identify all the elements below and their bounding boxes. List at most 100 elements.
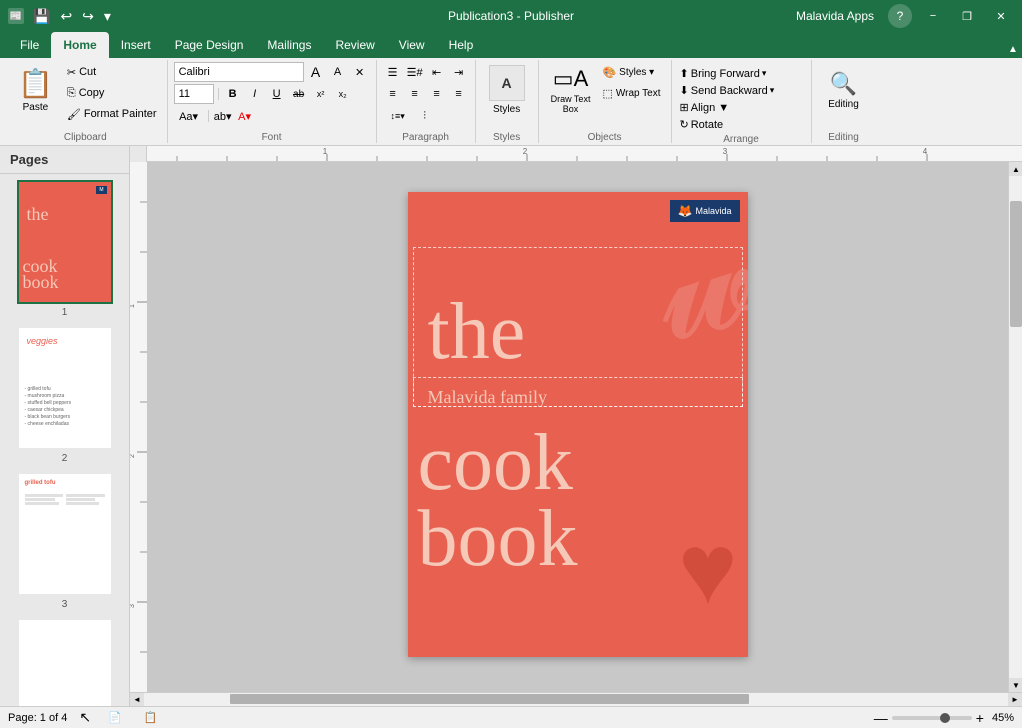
cut-button[interactable]: ✂ Cut [63,62,161,82]
tab-file[interactable]: File [8,32,51,58]
scroll-down-button[interactable]: ▼ [1009,678,1022,692]
thumb-cols-3 [25,494,105,505]
numbered-btn[interactable]: ☰# [405,62,425,82]
strikethrough-btn[interactable]: ab [289,84,309,104]
page-thumb-4[interactable]: 4 [6,618,123,706]
hscroll-thumb[interactable] [230,694,748,704]
zoom-in-btn[interactable]: + [976,710,984,726]
subscript-btn[interactable]: x₂ [333,84,353,104]
cook-book-text: cookbook [418,425,578,577]
align-center-btn[interactable]: ≡ [405,84,425,104]
scroll-up-button[interactable]: ▲ [1009,162,1022,176]
font-style-row: Aa▾ ab▾ A▾ [174,106,370,126]
tab-view[interactable]: View [387,32,437,58]
svg-text:2: 2 [523,147,528,156]
hscroll-track[interactable] [144,693,1008,706]
tab-help[interactable]: Help [437,32,486,58]
send-backward-row[interactable]: ⬇ Send Backward ▾ [678,83,777,98]
thumb-veggies-title: veggies [27,336,58,346]
scroll-track[interactable] [1009,176,1022,678]
the-text: the [428,292,526,372]
view-normal-btn[interactable]: 📄 [103,709,127,726]
copy-button[interactable]: ⎘ Copy [63,83,161,103]
align-icon: ⊞ [680,101,689,114]
page-thumb-2[interactable]: veggies - grilled tofu - mushroom pizza … [6,326,123,464]
vertical-scrollbar[interactable]: ▲ ▼ [1008,162,1022,692]
title-bar: 📰 💾 ↩ ↪ ▾ Publication3 - Publisher Malav… [0,0,1022,32]
close-button[interactable]: ✕ [988,3,1014,29]
rotate-row[interactable]: ↻ Rotate [678,117,726,132]
zoom-out-btn[interactable]: — [874,710,888,726]
styles-button[interactable]: A Styles [482,62,532,118]
thumb-line-3-5 [66,498,95,501]
tab-mailings[interactable]: Mailings [255,32,323,58]
increase-indent-btn[interactable]: ⇥ [449,62,469,82]
italic-btn[interactable]: I [245,84,265,104]
page-2-thumb: veggies - grilled tofu - mushroom pizza … [17,326,113,450]
customize-btn[interactable]: ▾ [101,6,114,27]
cursor-icon: ↖ [79,709,91,726]
horizontal-scrollbar[interactable]: ◄ ► [130,692,1022,706]
tab-page-design[interactable]: Page Design [163,32,256,58]
redo-btn[interactable]: ↪ [79,6,97,27]
object-styles-btn[interactable]: 🎨 Styles ▾ [598,62,664,82]
zoom-thumb[interactable] [940,713,950,723]
zoom-slider[interactable] [892,716,972,720]
editing-button[interactable]: 🔍 Editing [818,62,870,118]
svg-text:2: 2 [130,454,136,458]
obj-styles-icon: 🎨 [602,66,616,79]
canvas-area[interactable]: 𝔀 🦊 Malavida the Malavida family [147,162,1008,692]
font-name-input[interactable] [174,62,304,82]
font-size-input[interactable] [174,84,214,104]
font-size-down-btn[interactable]: A [328,62,348,82]
align-left-btn[interactable]: ≡ [383,84,403,104]
para-spacing-btn[interactable]: ↕≡▾ [383,106,413,126]
page-3-thumb: grilled tofu [17,472,113,596]
align-row[interactable]: ⊞ Align ▼ [678,100,732,115]
brand-name: Malavida Apps [796,9,874,23]
thumb-col-1 [25,494,64,505]
paste-button[interactable]: 📋 Paste [10,62,61,118]
page-3-num: 3 [62,599,68,610]
undo-btn[interactable]: ↩ [57,6,75,27]
clear-format-btn[interactable]: ✕ [350,62,370,82]
underline-btn[interactable]: U [267,84,287,104]
editing-content: 🔍 Editing [818,62,870,130]
bold-btn[interactable]: B [223,84,243,104]
align-right-btn[interactable]: ≡ [427,84,447,104]
superscript-btn[interactable]: x² [311,84,331,104]
editing-group: 🔍 Editing Editing [812,60,876,143]
ribbon: 📋 Paste ✂ Cut ⎘ Copy 🖌 Format Painter Cl… [0,58,1022,146]
tab-review[interactable]: Review [323,32,386,58]
document-page[interactable]: 𝔀 🦊 Malavida the Malavida family [408,192,748,657]
page-thumb-3[interactable]: grilled tofu [6,472,123,610]
justify-btn[interactable]: ≡ [449,84,469,104]
scroll-thumb[interactable] [1010,201,1022,327]
text-highlight-btn[interactable]: ab▾ [213,106,233,126]
decrease-indent-btn[interactable]: ⇤ [427,62,447,82]
save-btn[interactable]: 💾 [30,6,53,27]
page-1-inner: M the cookbook [19,182,111,302]
editing-label: Editing [828,99,859,110]
page-thumb-1[interactable]: M the cookbook 1 [6,180,123,318]
columns-btn[interactable]: ⫶ [415,106,435,126]
font-color-btn[interactable]: A▾ [235,106,255,126]
wrap-text-button[interactable]: ⬚ Wrap Text [598,83,664,103]
change-case-btn[interactable]: Aa▾ [174,106,204,126]
view-master-btn[interactable]: 📋 [139,709,163,726]
format-painter-button[interactable]: 🖌 Format Painter [63,104,161,124]
tab-insert[interactable]: Insert [109,32,163,58]
bullets-btn[interactable]: ☰ [383,62,403,82]
hscroll-right-btn[interactable]: ► [1008,693,1022,707]
tab-home[interactable]: Home [51,32,108,58]
bring-forward-label: Bring Forward [691,68,760,80]
hscroll-left-btn[interactable]: ◄ [130,693,144,707]
bring-forward-row[interactable]: ⬆ Bring Forward ▾ [678,66,769,81]
help-button[interactable]: ? [888,4,912,28]
collapse-ribbon-button[interactable]: ▲ [1004,40,1022,58]
font-size-up-btn[interactable]: A [306,62,326,82]
minimize-button[interactable]: − [920,3,946,29]
ruler-vertical: 1 2 3 [130,162,147,692]
draw-text-box-button[interactable]: ▭A Draw TextBox [545,62,597,118]
restore-button[interactable]: ❐ [954,3,980,29]
